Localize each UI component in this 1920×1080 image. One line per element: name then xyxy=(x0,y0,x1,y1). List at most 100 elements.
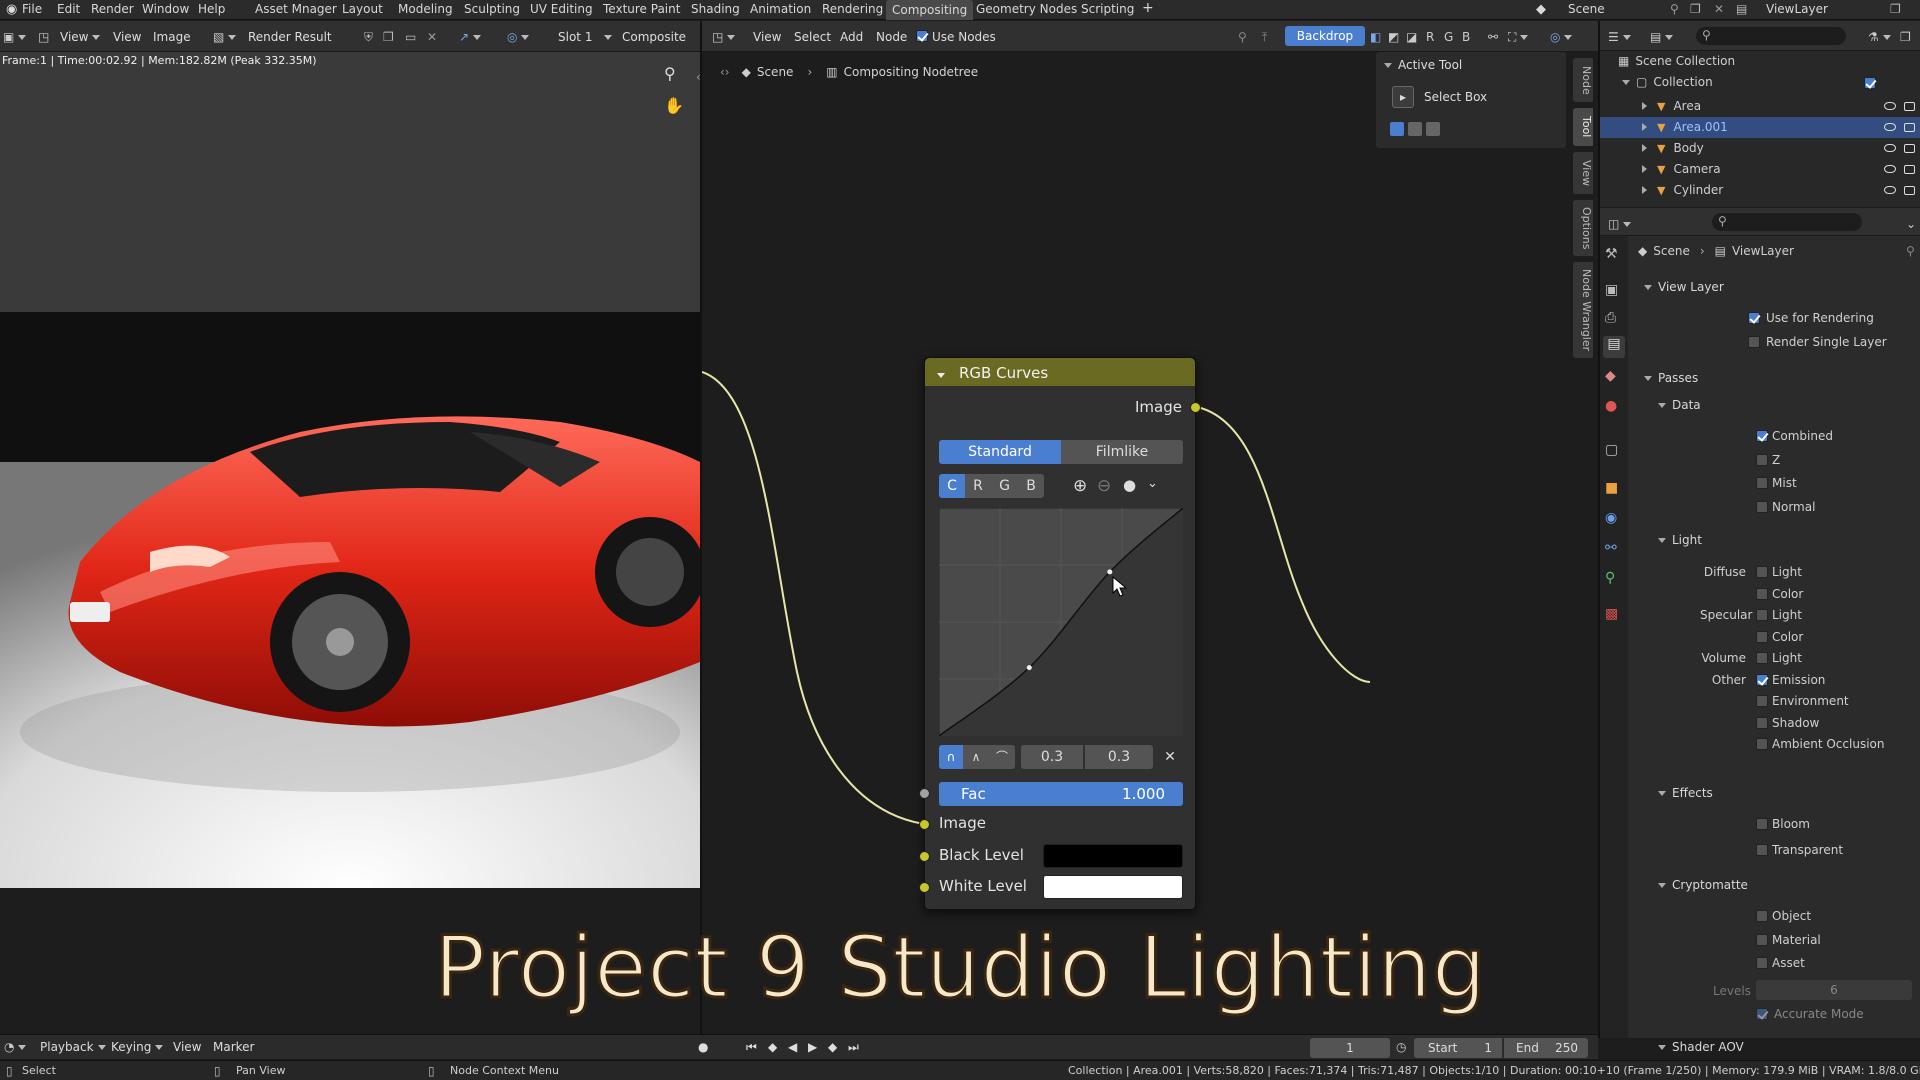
channel-b-button[interactable]: B xyxy=(1462,30,1470,44)
curve-graph[interactable] xyxy=(939,508,1183,736)
prev-key-icon[interactable]: ◆ xyxy=(768,1040,777,1054)
delete-scene-icon[interactable]: ✕ xyxy=(1714,2,1724,16)
white-level-socket[interactable] xyxy=(919,882,930,893)
curve-point[interactable] xyxy=(1107,569,1113,575)
mode-extend-icon[interactable] xyxy=(1408,122,1422,136)
collection-exclude-checkbox[interactable] xyxy=(1864,77,1876,89)
bloom-checkbox[interactable] xyxy=(1756,818,1768,830)
menu-render[interactable]: Render xyxy=(91,2,134,16)
input-image-socket[interactable] xyxy=(919,819,930,830)
pin-icon[interactable]: ⚲ xyxy=(1670,2,1679,16)
tab-texture-paint[interactable]: Texture Paint xyxy=(603,2,680,16)
tab-rendering[interactable]: Rendering xyxy=(822,2,883,16)
channel-g-button[interactable]: G xyxy=(1444,30,1453,44)
properties-editor-icon[interactable]: ◫ xyxy=(1608,217,1632,231)
constraints-tab-icon[interactable]: ⚯ xyxy=(1605,540,1617,556)
pin-node-icon[interactable]: ⚲ xyxy=(1238,30,1247,44)
shader-aov-subsection[interactable]: Shader AOV xyxy=(1658,1040,1744,1054)
color-checkbox[interactable] xyxy=(1756,587,1768,600)
channel-r-button[interactable]: R xyxy=(1426,30,1434,44)
render-camera-icon[interactable] xyxy=(1904,144,1915,153)
parent-node-icon[interactable]: ⤒ xyxy=(1262,30,1267,45)
render-camera-icon[interactable] xyxy=(1904,186,1915,195)
tab-shading[interactable]: Shading xyxy=(691,2,740,16)
view-layer-tab-icon[interactable]: ▤ xyxy=(1603,336,1625,358)
view-layer-section[interactable]: View Layer xyxy=(1644,280,1724,294)
use-for-rendering-checkbox[interactable] xyxy=(1748,312,1760,324)
node-menu-node[interactable]: Node xyxy=(876,30,907,44)
black-level-swatch[interactable] xyxy=(1043,844,1183,868)
layer-select[interactable]: Composite xyxy=(622,30,686,44)
zoom-icon[interactable]: ⚲ xyxy=(664,64,686,86)
shadow-checkbox[interactable] xyxy=(1756,716,1768,729)
object-tab-icon[interactable]: ■ xyxy=(1605,480,1618,496)
output-image-socket[interactable] xyxy=(1190,402,1201,413)
timeline-view-menu[interactable]: View xyxy=(173,1040,201,1054)
visibility-eye-icon[interactable] xyxy=(1884,123,1896,131)
properties-options-icon[interactable]: ⌄ xyxy=(1906,217,1916,231)
image-editor-top-area[interactable] xyxy=(0,52,700,312)
emission-checkbox[interactable] xyxy=(1756,673,1768,686)
auto-handle-icon[interactable]: ∩ xyxy=(939,745,963,769)
overlays-icon[interactable]: ◎ xyxy=(1550,30,1573,44)
new-image-icon[interactable]: ❐ xyxy=(383,30,394,44)
color-checkbox[interactable] xyxy=(1756,630,1768,643)
outliner-item[interactable]: ▼ Cylinder xyxy=(1642,183,1723,197)
scene-collection-row[interactable]: ▦ Scene Collection xyxy=(1618,54,1735,68)
select-box-tool-icon[interactable]: ▸ xyxy=(1392,86,1414,108)
use-nodes-checkbox[interactable] xyxy=(916,30,928,42)
fac-slider[interactable]: Fac 1.000 xyxy=(939,782,1183,806)
texture-tab-icon[interactable]: ▩ xyxy=(1605,606,1618,622)
preview-range-icon[interactable]: ◷ xyxy=(1396,1040,1406,1054)
node-header[interactable]: RGB Curves xyxy=(925,358,1195,386)
start-frame-field[interactable]: Start 1 xyxy=(1414,1038,1502,1058)
scene-tab-icon[interactable]: ◆ xyxy=(1605,368,1616,384)
record-icon[interactable]: ● xyxy=(698,1040,708,1054)
point-x-field[interactable]: 0.3 xyxy=(1021,745,1083,769)
tab-animation[interactable]: Animation xyxy=(750,2,811,16)
node-menu-view[interactable]: View xyxy=(753,30,781,44)
menu-file[interactable]: File xyxy=(22,2,42,16)
play-icon[interactable]: ▶ xyxy=(808,1040,817,1054)
menu-edit[interactable]: Edit xyxy=(57,2,80,16)
free-handle-icon[interactable]: ⌒ xyxy=(989,745,1015,769)
render-camera-icon[interactable] xyxy=(1904,165,1915,174)
white-level-swatch[interactable] xyxy=(1043,875,1183,899)
image-browse-icon[interactable]: ▧ xyxy=(213,30,237,44)
effects-subsection[interactable]: Effects xyxy=(1658,786,1713,800)
filmlike-mode-button[interactable]: Filmlike xyxy=(1061,440,1183,464)
light-checkbox[interactable] xyxy=(1756,609,1768,621)
light-checkbox[interactable] xyxy=(1756,652,1768,664)
tab-compositing[interactable]: Compositing xyxy=(886,0,974,20)
standard-mode-button[interactable]: Standard xyxy=(939,440,1061,464)
outliner-editor-icon[interactable]: ☰ xyxy=(1608,30,1631,44)
clip-options-icon[interactable]: ● xyxy=(1123,476,1136,494)
channel-b-tab[interactable]: B xyxy=(1018,474,1044,498)
marker-menu[interactable]: Marker xyxy=(213,1040,254,1054)
new-viewlayer-icon[interactable]: ❐ xyxy=(1890,2,1901,16)
tab-asset-manager[interactable]: Asset Mnager xyxy=(255,2,337,16)
end-frame-field[interactable]: End 250 xyxy=(1504,1038,1588,1058)
combined-checkbox[interactable] xyxy=(1756,430,1768,442)
visibility-eye-icon[interactable] xyxy=(1884,186,1896,194)
light-subsection[interactable]: Light xyxy=(1658,533,1702,547)
environment-checkbox[interactable] xyxy=(1756,695,1768,707)
tab-scripting[interactable]: Scripting xyxy=(1081,2,1134,16)
view-layer-name[interactable]: ViewLayer xyxy=(1766,2,1828,16)
fake-user-icon[interactable]: ⛨ xyxy=(364,30,373,45)
menu-image[interactable]: Image xyxy=(153,30,191,44)
render-camera-icon[interactable] xyxy=(1904,102,1915,111)
render-single-layer-checkbox[interactable] xyxy=(1748,336,1760,348)
z-checkbox[interactable] xyxy=(1756,453,1768,466)
delete-point-icon[interactable]: ✕ xyxy=(1157,745,1183,769)
editor-type-icon[interactable]: ▣ xyxy=(3,30,27,44)
jump-end-icon[interactable]: ⏭ xyxy=(848,1040,859,1055)
cryptomatte-subsection[interactable]: Cryptomatte xyxy=(1658,878,1748,892)
world-tab-icon[interactable]: ● xyxy=(1605,398,1617,414)
curve-menu-icon[interactable]: ⌄ xyxy=(1147,476,1158,491)
tab-modeling[interactable]: Modeling xyxy=(398,2,453,16)
backdrop-toggle[interactable]: Backdrop xyxy=(1285,26,1365,46)
mode-set-icon[interactable] xyxy=(1390,122,1404,136)
side-tab-tool[interactable]: Tool xyxy=(1573,108,1593,146)
vector-handle-icon[interactable]: ∧ xyxy=(963,745,989,769)
